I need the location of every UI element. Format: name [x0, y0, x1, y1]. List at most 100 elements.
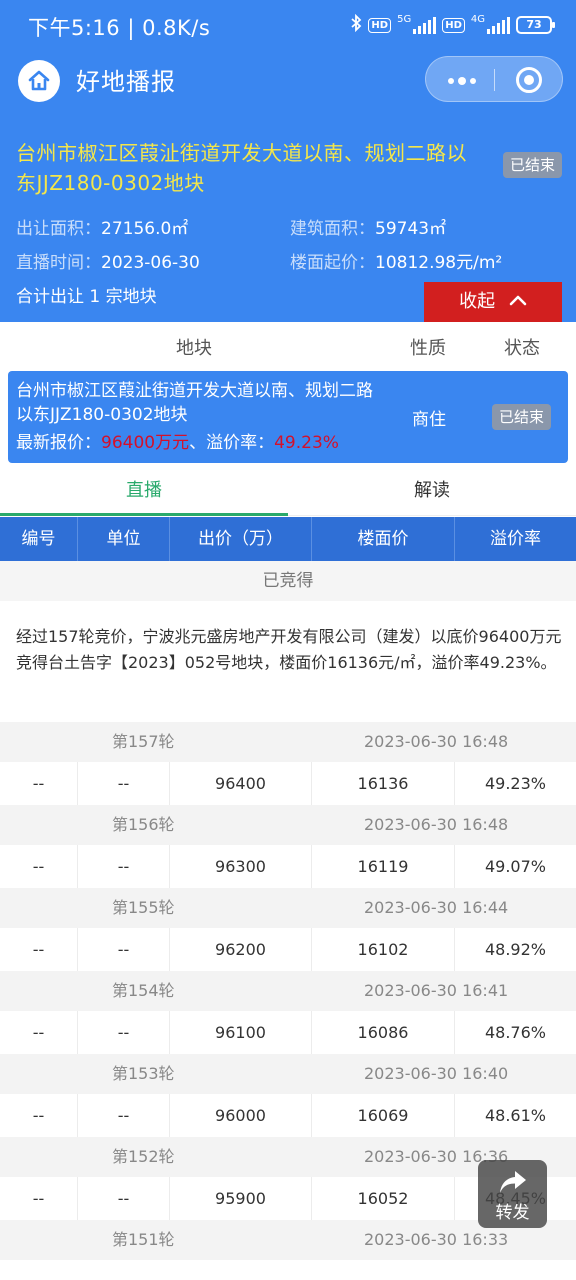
more-dot-icon [448, 78, 454, 84]
signal-icon-1 [413, 16, 437, 34]
table-row: -- -- 96100 16086 48.76% [0, 1011, 576, 1054]
cell-floor-price: 16052 [312, 1177, 455, 1220]
nav-bar: 好地播报 [0, 52, 576, 104]
round-header: 第153轮 2023-06-30 16:40 [0, 1054, 576, 1094]
tab-bar: 直播 解读 [0, 466, 576, 516]
close-target-icon[interactable] [516, 67, 542, 93]
home-button[interactable] [18, 60, 60, 102]
round-header: 第154轮 2023-06-30 16:41 [0, 971, 576, 1011]
network-5g-label: 5G [397, 14, 412, 25]
cell-premium: 48.76% [484, 1023, 546, 1042]
floor-price-value: 10812.98元/m² [375, 253, 503, 273]
cell-unit: -- [78, 1177, 170, 1220]
tab-underline [0, 513, 288, 516]
status-time: 下午5:16 | 0.8K/s [28, 16, 211, 40]
col-floor-price: 楼面价 [312, 517, 455, 561]
round-time: 2023-06-30 16:40 [364, 1064, 509, 1083]
round-number: 第151轮 [112, 1230, 175, 1249]
status-bar: 下午5:16 | 0.8K/s HD 5G HD 4G 73 [0, 0, 576, 52]
cell-bid: 96200 [170, 928, 312, 971]
area-row: 出让面积：27156.0㎡ [16, 217, 188, 241]
parcel-item[interactable]: 台州市椒江区葭沚街道开发大道以南、规划二路以东JJZ180-0302地块 最新报… [8, 371, 568, 463]
round-number: 第152轮 [112, 1147, 175, 1166]
cell-number: -- [0, 928, 78, 971]
cell-bid: 96400 [170, 762, 312, 805]
home-icon [28, 70, 50, 91]
bluetooth-icon [350, 13, 362, 36]
col-status: 状态 [504, 338, 540, 359]
cell-unit: -- [78, 1094, 170, 1137]
cell-number: -- [0, 762, 78, 805]
parcel-list-header: 地块 性质 状态 [0, 322, 576, 368]
round-time: 2023-06-30 16:48 [364, 815, 509, 834]
round-number: 第154轮 [112, 981, 175, 1000]
status-icons: HD 5G HD 4G 73 [350, 13, 555, 36]
cell-unit: -- [78, 928, 170, 971]
premium-value: 49.23% [274, 433, 339, 453]
cell-number: -- [0, 1094, 78, 1137]
cell-premium: 49.23% [484, 774, 546, 793]
cell-bid: 95900 [170, 1177, 312, 1220]
battery-icon: 73 [516, 16, 555, 34]
col-unit: 单位 [78, 517, 170, 561]
cell-floor-price: 16136 [312, 762, 455, 805]
cell-premium: 48.92% [484, 940, 546, 959]
parcel-status-badge: 已结束 [492, 404, 552, 430]
cell-number: -- [0, 1177, 78, 1220]
build-area-value: 59743㎡ [375, 219, 447, 239]
live-time-row: 直播时间：2023-06-30 [16, 251, 200, 275]
signal-icon-2 [487, 16, 510, 34]
parcel-type: 商住 [412, 410, 446, 430]
cell-unit: -- [78, 1011, 170, 1054]
table-row: -- -- 96400 16136 49.23% [0, 762, 576, 805]
cell-unit: -- [78, 845, 170, 888]
round-time: 2023-06-30 16:48 [364, 732, 509, 751]
parcel-name: 台州市椒江区葭沚街道开发大道以南、规划二路以东JJZ180-0302地块 [16, 381, 373, 425]
col-bid: 出价（万） [170, 517, 312, 561]
cell-bid: 96000 [170, 1094, 312, 1137]
parcel-price: 最新报价：96400万元、溢价率：49.23% [16, 431, 339, 455]
cell-floor-price: 16069 [312, 1094, 455, 1137]
collapse-button[interactable]: 收起 [424, 282, 562, 322]
cell-number: -- [0, 845, 78, 888]
round-number: 第156轮 [112, 815, 175, 834]
col-parcel: 地块 [176, 338, 212, 359]
tab-live[interactable]: 直播 [0, 466, 288, 516]
cell-bid: 96300 [170, 845, 312, 888]
col-number: 编号 [0, 517, 78, 561]
total-parcels: 合计出让 1 宗地块 [16, 287, 157, 307]
cell-number: -- [0, 1011, 78, 1054]
miniapp-capsule [425, 56, 563, 102]
status-badge: 已结束 [503, 152, 563, 178]
col-premium: 溢价率 [490, 529, 541, 549]
cell-unit: -- [78, 762, 170, 805]
live-time-value: 2023-06-30 [101, 253, 200, 273]
share-button[interactable]: 转发 [478, 1160, 547, 1228]
col-type: 性质 [410, 338, 446, 359]
live-time-label: 直播时间： [16, 253, 101, 273]
round-number: 第153轮 [112, 1064, 175, 1083]
premium-label: 、溢价率： [189, 433, 275, 453]
round-time: 2023-06-30 16:41 [364, 981, 509, 1000]
cell-premium: 49.07% [484, 857, 546, 876]
cell-floor-price: 16102 [312, 928, 455, 971]
tab-analysis[interactable]: 解读 [288, 466, 576, 516]
cell-premium: 48.61% [484, 1106, 546, 1125]
build-area-label: 建筑面积： [290, 219, 375, 239]
land-info-card: 台州市椒江区葭沚街道开发大道以南、规划二路以东JJZ180-0302地块 已结束… [0, 110, 576, 322]
more-dot-icon [458, 77, 466, 85]
land-title: 台州市椒江区葭沚街道开发大道以南、规划二路以东JJZ180-0302地块 [16, 141, 467, 195]
cell-floor-price: 16086 [312, 1011, 455, 1054]
share-label: 转发 [495, 1203, 530, 1223]
area-label: 出让面积： [16, 219, 101, 239]
round-header: 第157轮 2023-06-30 16:48 [0, 722, 576, 762]
hd-badge-2: HD [442, 17, 465, 33]
network-4g-label: 4G [470, 14, 485, 25]
chevron-up-icon [509, 295, 527, 306]
cell-bid: 96100 [170, 1011, 312, 1054]
hd-badge-1: HD [368, 17, 392, 33]
won-label: 已竞得 [0, 561, 576, 601]
page-title: 好地播报 [76, 68, 176, 96]
floor-price-label: 楼面起价： [290, 253, 375, 273]
more-button[interactable] [426, 57, 494, 103]
